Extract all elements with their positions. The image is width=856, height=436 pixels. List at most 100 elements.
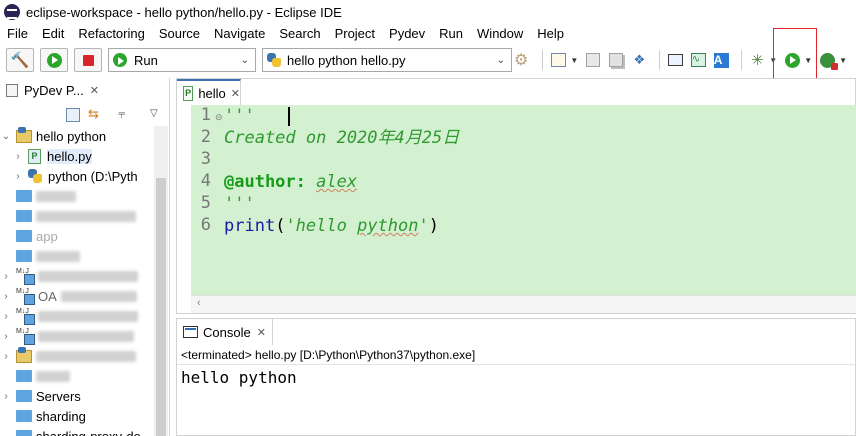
console-status: <terminated> hello.py [D:\Python\Python3… xyxy=(181,348,476,362)
open-type-icon: ❖ xyxy=(633,52,646,67)
save-all-button[interactable] xyxy=(607,51,625,69)
close-icon[interactable]: ✕ xyxy=(257,326,266,339)
tree-item-redacted[interactable] xyxy=(0,246,154,266)
menu-help[interactable]: Help xyxy=(530,25,571,43)
tree-item-redacted[interactable]: › M↓J xyxy=(0,266,154,286)
collapse-arrow-icon[interactable]: › xyxy=(0,311,12,322)
folder-icon xyxy=(16,210,32,222)
menu-search[interactable]: Search xyxy=(272,25,327,43)
tree-item-redacted[interactable] xyxy=(0,366,154,386)
tree-item-file[interactable]: › P hello.py xyxy=(0,146,154,166)
close-icon[interactable]: ✕ xyxy=(90,84,99,97)
print-keyword: print xyxy=(224,216,276,236)
run-icon xyxy=(113,53,127,67)
menu-refactoring[interactable]: Refactoring xyxy=(71,25,151,43)
new-dropdown-icon[interactable]: ▼ xyxy=(570,56,578,65)
tree-item-label: hello.py xyxy=(47,148,92,164)
tree-item-redacted[interactable]: › M↓J xyxy=(0,326,154,346)
toolbar-separator xyxy=(659,50,661,70)
launch-mode-select[interactable]: Run ⌄ xyxy=(108,48,256,72)
close-icon[interactable]: ✕ xyxy=(231,87,240,100)
menu-source[interactable]: Source xyxy=(152,25,207,43)
divider xyxy=(177,364,856,365)
maven-project-icon: M↓J xyxy=(16,268,35,285)
launch-config-select[interactable]: hello python hello.py ⌄ xyxy=(262,48,512,72)
python-file-icon: P xyxy=(183,85,194,101)
code-editor[interactable]: 1 ⊝ 2 3 4 5 6 ''' Created on 2020年4月25日 … xyxy=(191,105,856,295)
stop-button[interactable] xyxy=(74,48,102,72)
text-cursor xyxy=(288,107,290,126)
collapse-arrow-icon[interactable]: › xyxy=(12,151,24,162)
menu-navigate[interactable]: Navigate xyxy=(207,25,272,43)
collapse-arrow-icon[interactable]: › xyxy=(0,351,12,362)
editor-horizontal-scrollbar[interactable]: ‹ xyxy=(191,295,856,313)
explorer-tab[interactable]: PyDev P... ✕ xyxy=(0,78,170,102)
save-all-icon xyxy=(609,53,624,67)
editor-pane: P hello ✕ 1 ⊝ 2 3 4 5 6 ''' Created on 2… xyxy=(176,78,856,314)
coverage-button[interactable] xyxy=(818,51,838,70)
collapse-arrow-icon[interactable]: › xyxy=(0,271,12,282)
launch-button[interactable] xyxy=(40,48,68,72)
console-view-button[interactable] xyxy=(666,51,684,69)
collapse-arrow-icon[interactable]: › xyxy=(0,291,12,302)
hammer-icon: 🔨 xyxy=(10,52,30,69)
console-output[interactable]: hello python xyxy=(181,368,297,387)
launch-config-gear-icon[interactable]: ⚙ xyxy=(514,50,528,70)
tree-item-sharding[interactable]: sharding xyxy=(0,406,154,426)
menu-window[interactable]: Window xyxy=(470,25,530,43)
menu-file[interactable]: File xyxy=(0,25,35,43)
tree-item-redacted[interactable]: app xyxy=(0,226,154,246)
code-text[interactable]: ''' Created on 2020年4月25日 @author: alex … xyxy=(224,105,854,295)
tree-item-label: Servers xyxy=(36,388,81,404)
tree-item-redacted[interactable]: › M↓J OA xyxy=(0,286,154,306)
tree-item-sharding-proxy[interactable]: sharding-proxy-de xyxy=(0,426,154,436)
open-type-button[interactable]: ❖ xyxy=(630,51,648,69)
chart-icon: ∿ xyxy=(690,53,706,67)
view-menu-icon[interactable]: ▽ xyxy=(150,108,164,122)
collapse-arrow-icon[interactable]: › xyxy=(0,331,12,342)
explorer-scrollbar-thumb[interactable] xyxy=(156,178,166,436)
scroll-left-icon[interactable]: ‹ xyxy=(197,297,201,309)
tree-item-project[interactable]: ⌄ hello python xyxy=(0,126,154,146)
maven-project-icon: M↓J xyxy=(16,328,35,345)
close-paren: ) xyxy=(428,216,440,236)
pydev-package-explorer: PyDev P... ✕ ⇆ ⫧ ▽ ⌄ hello python › P he… xyxy=(0,78,170,436)
menu-run[interactable]: Run xyxy=(432,25,470,43)
line-number: 6 xyxy=(200,215,211,235)
tree-item-redacted[interactable] xyxy=(0,186,154,206)
build-button[interactable]: 🔨 xyxy=(6,48,34,72)
package-explorer-icon xyxy=(6,83,18,97)
coverage-dropdown-icon[interactable]: ▼ xyxy=(839,56,847,65)
menu-pydev[interactable]: Pydev xyxy=(382,25,432,43)
collapse-all-icon[interactable] xyxy=(66,108,80,122)
tree-item-redacted[interactable]: › xyxy=(0,346,154,366)
menu-edit[interactable]: Edit xyxy=(35,25,71,43)
line-number: 2 xyxy=(200,127,211,147)
maven-project-icon: M↓J xyxy=(16,308,35,325)
profile-button[interactable]: ∿ xyxy=(689,51,707,69)
new-file-icon xyxy=(550,53,566,67)
string-literal-start: 'hello xyxy=(285,216,358,236)
pydev-a-button[interactable]: A xyxy=(712,51,730,69)
focus-icon[interactable]: ⫧ xyxy=(118,106,132,121)
collapse-arrow-icon[interactable]: › xyxy=(12,171,24,182)
debug-button[interactable]: ✳ xyxy=(748,51,766,69)
tree-item-redacted[interactable] xyxy=(0,206,154,226)
toolbar-separator xyxy=(542,50,544,70)
editor-tab-hello[interactable]: P hello ✕ xyxy=(177,79,241,105)
fold-minus-icon[interactable]: ⊝ xyxy=(215,112,223,123)
save-button[interactable] xyxy=(584,51,602,69)
expand-arrow-icon[interactable]: ⌄ xyxy=(0,131,12,142)
link-with-editor-icon[interactable]: ⇆ xyxy=(88,106,102,121)
tree-item-servers[interactable]: › Servers xyxy=(0,386,154,406)
console-tab[interactable]: Console ✕ xyxy=(177,319,273,345)
tree-item-redacted[interactable]: › M↓J xyxy=(0,306,154,326)
open-paren: ( xyxy=(275,216,286,236)
collapse-arrow-icon[interactable]: › xyxy=(0,391,12,402)
redacted-label xyxy=(36,350,136,362)
tree-item-interpreter[interactable]: › python (D:\Pyth xyxy=(0,166,154,186)
menu-project[interactable]: Project xyxy=(328,25,382,43)
project-tree: ⌄ hello python › P hello.py › python (D:… xyxy=(0,126,154,436)
new-button[interactable] xyxy=(549,51,567,69)
tree-item-label: sharding-proxy-de xyxy=(36,428,141,436)
